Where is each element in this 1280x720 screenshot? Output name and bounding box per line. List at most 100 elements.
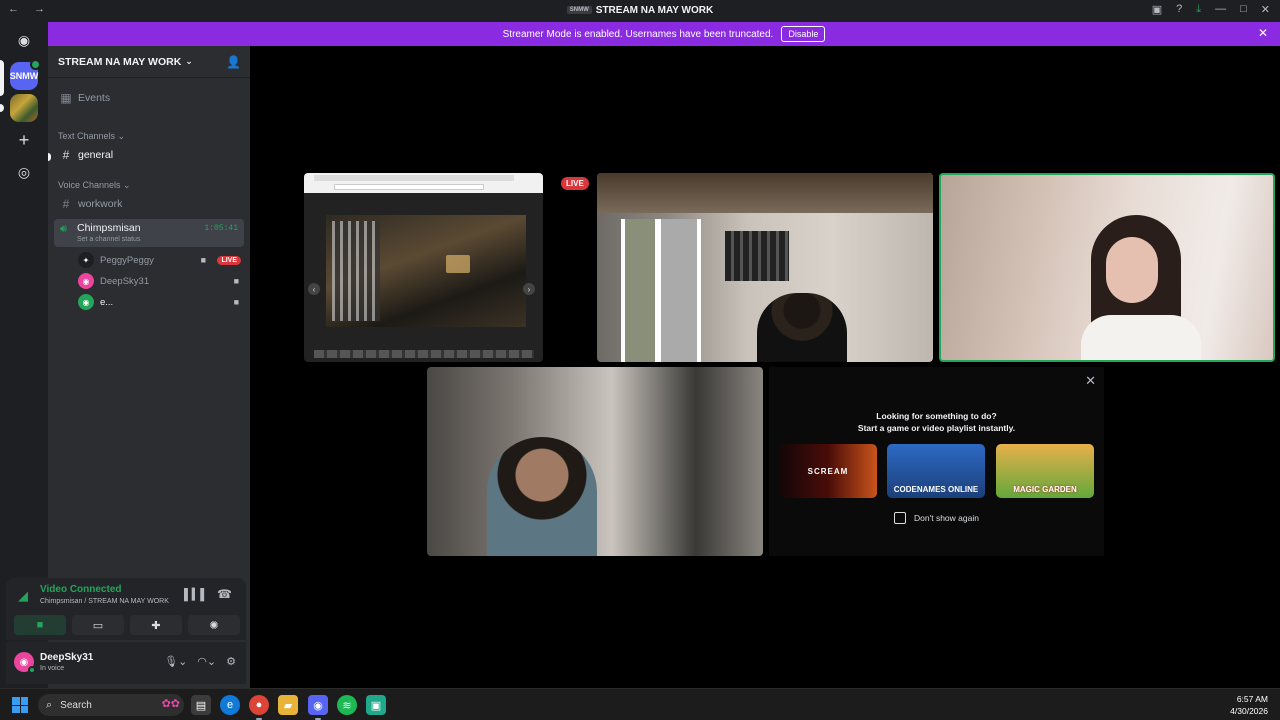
unread-server-pill [0, 104, 4, 112]
chevron-down-icon: ⌄ [185, 56, 193, 66]
screen-share-tile[interactable]: ‹ › [304, 173, 543, 362]
windows-start-icon[interactable] [12, 697, 28, 713]
member-name: e... [100, 296, 114, 308]
help-icon[interactable]: ? [1176, 3, 1182, 16]
voice-member[interactable]: ◉ e... ■ [78, 292, 244, 312]
close-banner-icon[interactable]: ✕ [1258, 26, 1268, 40]
video-tile[interactable] [427, 367, 763, 556]
channel-general[interactable]: # general [54, 144, 244, 166]
signal-icon[interactable]: ◢ [18, 588, 28, 604]
close-window-icon[interactable]: ✕ [1261, 3, 1270, 16]
server-icon-snm[interactable]: SNMW [9, 59, 41, 90]
avatar: ◉ [78, 273, 94, 289]
dont-show-again-checkbox[interactable]: Don't show again [894, 512, 979, 524]
member-name: PeggyPeggy [100, 254, 154, 266]
user-name[interactable]: DeepSky31 [40, 652, 93, 663]
window-title: SNMW STREAM NA MAY WORK [0, 5, 1280, 16]
disable-streamer-mode-button[interactable]: Disable [781, 26, 826, 42]
avatar: ◉ [78, 294, 94, 310]
discover-icon[interactable]: ◎ [10, 158, 38, 186]
server-name: STREAM NA MAY WORK [58, 55, 182, 68]
server-header[interactable]: STREAM NA MAY WORK ⌄ 👤 [48, 46, 250, 78]
download-icon[interactable]: ⤓ [1196, 3, 1201, 16]
user-panel: ◉ DeepSky31 In voice 🎙︎⌄ ◠⌄ ⚙ [6, 642, 246, 684]
camera-icon: ■ [233, 276, 239, 286]
video-tile[interactable] [597, 173, 933, 362]
online-status-dot [28, 666, 36, 674]
maximize-icon[interactable]: □ [1240, 3, 1247, 16]
voice-channels-category[interactable]: Voice Channels ⌄ [58, 180, 131, 191]
chevron-right-icon: › [523, 283, 535, 295]
connection-location[interactable]: Chimpsmisan / STREAM NA MAY WORK [40, 598, 169, 605]
shared-photo-viewer: ‹ › [304, 193, 543, 362]
share-screen-button[interactable]: ▭ [72, 615, 124, 635]
activity-suggestions: ✕ Looking for something to do? Start a g… [769, 367, 1104, 556]
chrome-icon[interactable]: ● [249, 695, 269, 720]
folder-icon[interactable]: ▰ [278, 695, 298, 715]
server-icon-image[interactable] [10, 94, 38, 122]
add-server-icon[interactable]: + [10, 126, 38, 154]
headphones-icon[interactable]: ◠⌄ [197, 655, 216, 668]
activities-button[interactable]: ✚ [130, 615, 182, 635]
video-stage: ‹ › LIVE ✕ Looking for something to do? … [250, 46, 1280, 688]
hash-icon: # [62, 197, 70, 211]
thumbnail-strip [314, 350, 534, 358]
app-icon[interactable]: ▣ [366, 695, 386, 715]
user-voice-status: In voice [40, 665, 65, 672]
voice-channel-name: Chimpsmisan [77, 222, 141, 234]
checkbox-box[interactable] [894, 512, 906, 524]
search-label: Search [60, 699, 92, 711]
taskbar-search[interactable]: ⌕ Search ✿✿ [38, 694, 184, 716]
noise-suppression-icon[interactable]: ▌▍▌ [184, 588, 208, 601]
soundboard-button[interactable]: ✺ [188, 615, 240, 635]
search-highlight-icon: ✿✿ [161, 698, 180, 710]
close-icon[interactable]: ✕ [1085, 373, 1096, 389]
activity-icon: ✚ [151, 619, 161, 632]
discord-taskbar-icon[interactable]: ◉ [308, 695, 328, 720]
activity-heading: Looking for something to do? [876, 411, 997, 421]
browser-chrome [304, 173, 543, 193]
microphone-icon[interactable]: 🎙︎⌄ [164, 655, 187, 668]
live-indicator: LIVE [561, 177, 589, 190]
discord-home-icon[interactable]: ◉ [10, 26, 38, 54]
spotify-icon[interactable]: ≋ [337, 695, 357, 715]
streamer-mode-banner: Streamer Mode is enabled. Usernames have… [48, 22, 1280, 46]
window-title-text: STREAM NA MAY WORK [595, 5, 714, 16]
connection-status[interactable]: Video Connected [40, 584, 122, 595]
live-badge: LIVE [217, 255, 241, 265]
invite-people-icon[interactable]: 👤 [226, 55, 241, 69]
streamer-mode-text: Streamer Mode is enabled. Usernames have… [502, 28, 774, 40]
inbox-icon[interactable]: ▣ [1152, 3, 1162, 16]
text-channels-category[interactable]: Text Channels ⌄ [58, 131, 125, 142]
minimize-icon[interactable]: — [1215, 3, 1226, 16]
file-explorer-icon[interactable]: ▤ [191, 695, 211, 715]
voice-connection-panel: ◢ Video Connected Chimpsmisan / STREAM N… [6, 578, 246, 640]
voice-member[interactable]: ✦ PeggyPeggy ■ LIVE [78, 250, 244, 270]
channel-general-label: general [78, 149, 114, 161]
game-card-magic-garden[interactable]: MAGIC GARDEN [996, 444, 1094, 498]
voice-member[interactable]: ◉ DeepSky31 ■ [78, 271, 244, 291]
avatar: ✦ [78, 252, 94, 268]
system-clock[interactable]: 6:57 AM 4/30/2026 [1230, 693, 1268, 717]
user-avatar[interactable]: ◉ [14, 652, 36, 674]
video-tile-speaking[interactable] [939, 173, 1275, 362]
edge-icon[interactable]: e [220, 695, 240, 715]
channel-workwork[interactable]: # workwork [54, 193, 244, 215]
camera-button[interactable]: ■ [14, 615, 66, 635]
settings-gear-icon[interactable]: ⚙ [226, 655, 236, 668]
search-icon: ⌕ [46, 698, 53, 711]
checkbox-label: Don't show again [914, 513, 979, 523]
events-item[interactable]: ▦ Events [54, 87, 244, 109]
calendar-icon: ▦ [60, 91, 72, 105]
game-card-scream[interactable]: SCREAM [779, 444, 877, 498]
unread-indicator [48, 153, 51, 161]
participant-video [1106, 237, 1158, 303]
channel-status[interactable]: Set a channel status [77, 236, 140, 243]
interior-photo [326, 215, 526, 327]
disconnect-icon[interactable]: ☎ [217, 587, 232, 601]
server-icon-label: SNMW [9, 71, 39, 81]
game-card-codenames[interactable]: CODENAMES ONLINE [887, 444, 985, 498]
voice-channel-chimpsmisan[interactable]: 🔊︎ Chimpsmisan Set a channel status 1:05… [54, 219, 244, 247]
voice-timer: 1:05:41 [204, 224, 238, 233]
camera-icon: ■ [233, 297, 239, 307]
